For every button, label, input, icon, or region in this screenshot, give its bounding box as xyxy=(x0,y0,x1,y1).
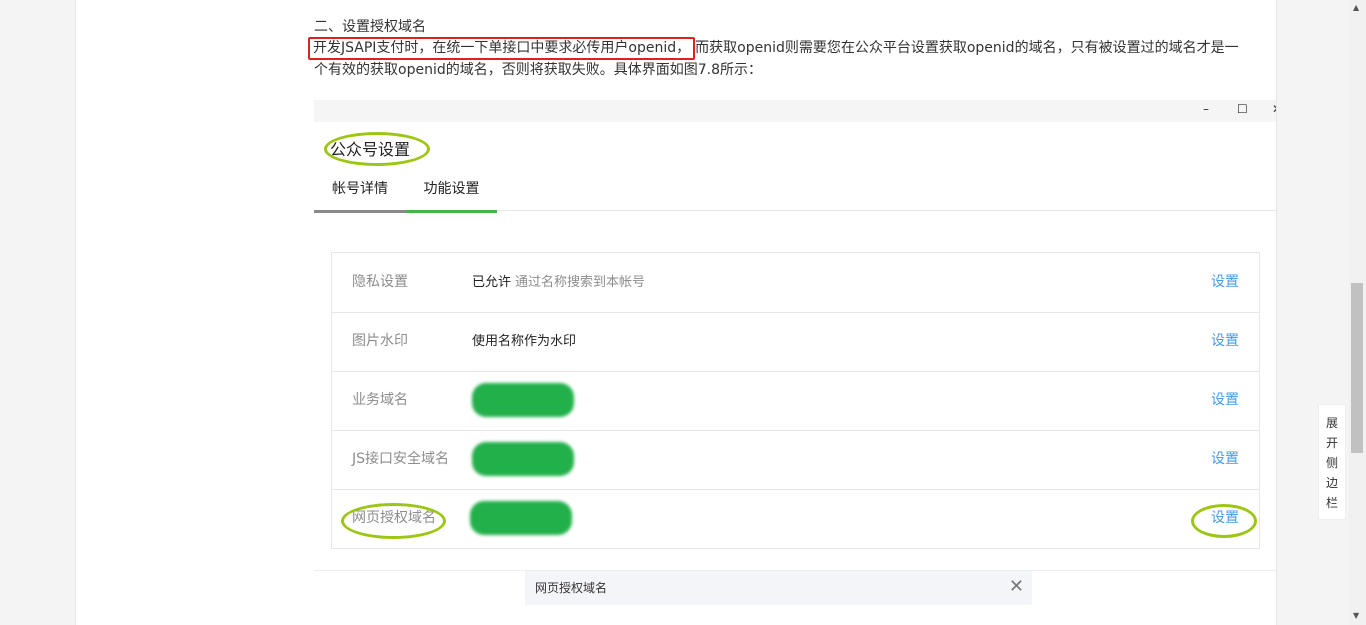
annotation-ellipse-title xyxy=(324,132,430,166)
sidebar-toggle-char: 边 xyxy=(1325,476,1338,490)
scrollbar[interactable]: ▲ ▼ xyxy=(1349,0,1366,625)
window-titlebar: – ☐ ✕ xyxy=(314,100,1276,122)
row-label: 图片水印 xyxy=(352,333,408,349)
settings-link-privacy[interactable]: 设置 xyxy=(1211,253,1239,312)
sidebar-toggle-char: 开 xyxy=(1325,436,1338,450)
row-value: 使用名称作为水印 xyxy=(472,334,577,349)
redacted-value xyxy=(470,501,572,535)
left-panel xyxy=(75,0,285,625)
sidebar-toggle-char: 展 xyxy=(1325,416,1338,430)
table-row: JS接口安全域名 设置 xyxy=(332,430,1259,490)
scrollbar-thumb[interactable] xyxy=(1351,283,1363,453)
tooltip-text: 网页授权域名 xyxy=(535,581,608,595)
settings-link-js-domain[interactable]: 设置 xyxy=(1211,430,1239,489)
table-row: 网页授权域名 设置 xyxy=(332,489,1259,548)
embedded-screenshot: – ☐ ✕ 公众号设置 帐号详情 功能设置 隐私设置 已允许通过名称搜索到本帐号… xyxy=(314,100,1276,620)
redacted-value xyxy=(472,442,574,476)
article-paragraph: 开发JSAPI支付时，在统一下单接口中要求必传用户openid， 而获取openi… xyxy=(308,37,1244,81)
row-value-text: 已允许 xyxy=(472,275,512,290)
row-label: JS接口安全域名 xyxy=(352,451,450,467)
scroll-down-icon[interactable]: ▼ xyxy=(1353,611,1359,620)
table-row: 业务域名 设置 xyxy=(332,371,1259,431)
table-row: 隐私设置 已允许 通过名称搜索到本帐号 设置 xyxy=(332,253,1259,313)
highlight-box: 开发JSAPI支付时，在统一下单接口中要求必传用户openid， xyxy=(308,37,696,60)
row-value: 已允许 通过名称搜索到本帐号 xyxy=(472,253,645,312)
section-title: 二、设置授权域名 xyxy=(314,19,426,35)
sidebar-toggle-char: 侧 xyxy=(1325,456,1338,470)
row-label: 隐私设置 xyxy=(352,274,408,290)
close-icon[interactable]: ✕ xyxy=(1009,571,1024,603)
tab-account-details[interactable]: 帐号详情 xyxy=(314,170,406,213)
expand-sidebar-button[interactable]: 展 开 侧 边 栏 xyxy=(1318,404,1346,520)
settings-link-watermark[interactable]: 设置 xyxy=(1211,312,1239,371)
article-content: 二、设置授权域名 开发JSAPI支付时，在统一下单接口中要求必传用户openid… xyxy=(284,0,1277,625)
row-hint: 通过名称搜索到本帐号 xyxy=(515,275,646,290)
annotation-ellipse-oauth-label xyxy=(341,503,446,539)
tooltip: 网页授权域名 ✕ xyxy=(525,571,1032,605)
close-icon[interactable]: ✕ xyxy=(1272,102,1276,116)
redacted-value xyxy=(472,383,574,417)
table-row: 图片水印 使用名称作为水印 设置 xyxy=(332,312,1259,372)
settings-table: 隐私设置 已允许 通过名称搜索到本帐号 设置 图片水印 使用名称作为水印 设置 业… xyxy=(331,252,1260,549)
minimize-icon[interactable]: – xyxy=(1203,102,1209,116)
annotation-ellipse-oauth-link xyxy=(1191,504,1257,538)
scroll-up-icon[interactable]: ▲ xyxy=(1353,3,1359,12)
tab-bar: 帐号详情 功能设置 xyxy=(314,170,1276,213)
settings-link-business-domain[interactable]: 设置 xyxy=(1211,371,1239,430)
maximize-icon[interactable]: ☐ xyxy=(1237,102,1248,116)
row-label: 业务域名 xyxy=(352,392,408,408)
sidebar-toggle-char: 栏 xyxy=(1325,496,1338,510)
tab-feature-settings[interactable]: 功能设置 xyxy=(406,170,497,213)
